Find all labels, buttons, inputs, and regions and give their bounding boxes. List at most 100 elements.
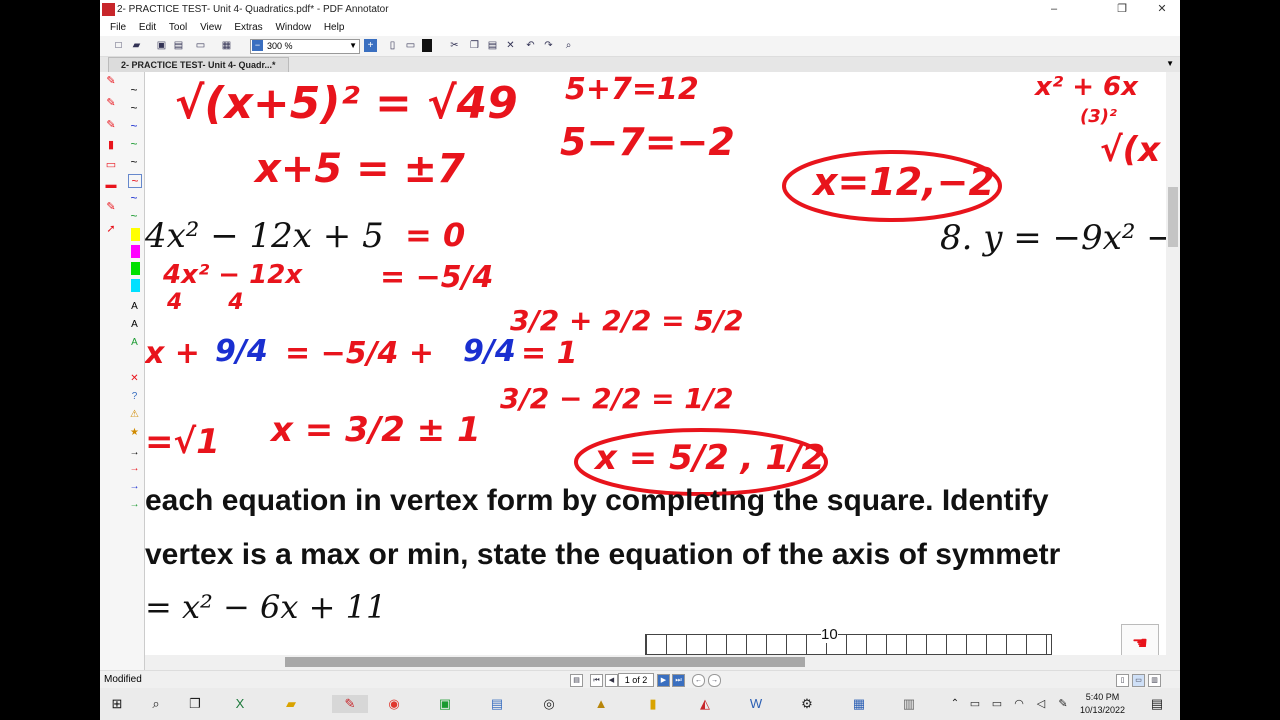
sketch-app-icon[interactable]: ▲	[592, 695, 610, 713]
battery-icon[interactable]: ▭	[988, 695, 1006, 713]
arrow-green-icon[interactable]: →	[128, 498, 141, 511]
volume-icon[interactable]: ◁	[1032, 695, 1050, 713]
minimize-button[interactable]: –	[1036, 0, 1072, 19]
menu-edit[interactable]: Edit	[139, 22, 156, 33]
facing-pages-mode-icon[interactable]: ▥	[1148, 674, 1161, 687]
green-stroke-icon[interactable]: ~	[128, 138, 140, 150]
blue-stroke-icon[interactable]: ~	[128, 120, 140, 132]
yellow-highlighter-icon[interactable]	[131, 228, 140, 241]
redo-icon[interactable]: ↷	[542, 39, 555, 52]
text-highlight-icon[interactable]: A	[128, 336, 141, 349]
menu-view[interactable]: View	[200, 22, 222, 33]
star-icon[interactable]: ★	[128, 426, 141, 439]
menu-extras[interactable]: Extras	[234, 22, 262, 33]
open-folder-icon[interactable]: ▰	[130, 39, 143, 52]
horizontal-scrollbar[interactable]	[145, 655, 1166, 669]
system-clock[interactable]: 5:40 PM 10/13/2022	[1080, 691, 1125, 717]
marker-icon[interactable]: ▮	[103, 138, 119, 152]
word-icon[interactable]: W	[747, 695, 765, 713]
acrobat-icon[interactable]: ◭	[696, 695, 714, 713]
print-icon[interactable]: ▭	[194, 39, 207, 52]
blue-stroke-icon[interactable]: ~	[128, 192, 140, 204]
menu-window[interactable]: Window	[275, 22, 311, 33]
sticky-notes-icon[interactable]: ▮	[644, 695, 662, 713]
task-view-icon[interactable]: ❐	[186, 695, 204, 713]
arrow-blue-icon[interactable]: →	[128, 480, 141, 493]
pdf-annotator-taskbar-icon[interactable]: ✎	[332, 695, 368, 713]
camtasia-icon[interactable]: ▣	[436, 695, 454, 713]
fullscreen-icon[interactable]	[422, 39, 432, 52]
tab-list-icon[interactable]: ▼	[1166, 59, 1174, 68]
red-pen-icon[interactable]: ✎	[103, 74, 119, 88]
paste-icon[interactable]: ▤	[486, 39, 499, 52]
chevron-down-icon[interactable]: ▼	[349, 41, 357, 50]
zoom-in-icon[interactable]: +	[364, 39, 377, 52]
file-explorer-icon[interactable]: ▰	[282, 695, 300, 713]
menu-tool[interactable]: Tool	[169, 22, 187, 33]
show-hidden-icons-icon[interactable]: ⌃	[946, 695, 964, 713]
pen-icon[interactable]: ✎	[103, 96, 119, 110]
arrow-black-icon[interactable]: →	[128, 446, 141, 459]
pen-tray-icon[interactable]: ✎	[1054, 695, 1072, 713]
search-icon[interactable]: ⌕	[147, 695, 165, 713]
green-stroke-icon[interactable]: ~	[128, 210, 140, 222]
horizontal-scroll-thumb[interactable]	[285, 657, 805, 667]
black-stroke-icon[interactable]: ~	[128, 102, 140, 114]
question-mark-icon[interactable]: ?	[128, 390, 141, 403]
vertical-scroll-thumb[interactable]	[1168, 187, 1178, 247]
page-thumbs-icon[interactable]: ▤	[570, 674, 583, 687]
first-page-icon[interactable]: ⏮	[590, 674, 603, 687]
cross-mark-icon[interactable]: ✕	[128, 372, 141, 385]
arrow-red-icon[interactable]: →	[128, 462, 141, 475]
stamp-icon[interactable]: ▭	[103, 158, 119, 172]
delete-icon[interactable]: ✕	[504, 39, 517, 52]
black-stroke-icon[interactable]: ~	[128, 156, 140, 168]
copy-icon[interactable]: ❐	[468, 39, 481, 52]
red-stroke-icon[interactable]: ~	[128, 174, 142, 188]
start-icon[interactable]: ⊞	[108, 695, 126, 713]
notifications-icon[interactable]: ▤	[1148, 695, 1166, 713]
touchpad-icon[interactable]: ▭	[966, 695, 984, 713]
camera-icon[interactable]: ◎	[540, 695, 558, 713]
excel-icon[interactable]: X	[231, 695, 249, 713]
onscreen-keyboard-icon[interactable]: ▦	[850, 695, 868, 713]
warning-icon[interactable]: ⚠	[128, 408, 141, 421]
save-icon[interactable]: ▣	[155, 39, 168, 52]
cyan-highlighter-icon[interactable]	[131, 279, 140, 292]
pen-icon[interactable]: ✎	[103, 118, 119, 132]
menu-file[interactable]: File	[110, 22, 126, 33]
find-icon[interactable]: ⌕	[562, 39, 575, 52]
text-tool-icon[interactable]: A	[128, 300, 141, 313]
black-stroke-icon[interactable]: ~	[128, 84, 140, 96]
page-number-field[interactable]: 1 of 2	[618, 673, 654, 687]
eraser-icon[interactable]: ▬	[103, 178, 119, 192]
zoom-out-icon[interactable]: −	[252, 40, 263, 51]
pointer-pen-icon[interactable]: ➚	[103, 222, 119, 236]
zoom-field[interactable]: − 300 % ▼	[250, 39, 360, 54]
app-icon[interactable]: ▥	[900, 695, 918, 713]
back-icon[interactable]: ←	[692, 674, 705, 687]
hand-tool-icon[interactable]: ☚	[1121, 624, 1159, 655]
vertical-scrollbar[interactable]	[1166, 72, 1180, 655]
app-window-icon[interactable]: ▤	[488, 695, 506, 713]
page-layout-icon[interactable]: ▦	[220, 39, 233, 52]
document-tab[interactable]: 2- PRACTICE TEST- Unit 4- Quadr...*	[108, 57, 289, 73]
cut-icon[interactable]: ✂	[448, 39, 461, 52]
pen-icon[interactable]: ✎	[103, 200, 119, 214]
new-document-icon[interactable]: □	[112, 39, 125, 52]
wifi-icon[interactable]: ◠	[1010, 695, 1028, 713]
text-box-icon[interactable]: A	[128, 318, 141, 331]
single-page-mode-icon[interactable]: ▯	[1116, 674, 1129, 687]
chrome-icon[interactable]: ◉	[385, 695, 403, 713]
save-as-icon[interactable]: ▤	[172, 39, 185, 52]
forward-icon[interactable]: →	[708, 674, 721, 687]
previous-page-icon[interactable]: ◀	[605, 674, 618, 687]
close-button[interactable]: ✕	[1144, 0, 1180, 19]
last-page-icon[interactable]: ⏭	[672, 674, 685, 687]
document-page[interactable]: √(x+5)² = √49 x+5 = ±7 5+7=12 5−7=−2 x=1…	[145, 72, 1166, 655]
magenta-highlighter-icon[interactable]	[131, 245, 140, 258]
settings-gear-icon[interactable]: ⚙	[798, 695, 816, 713]
continuous-mode-icon[interactable]: ▭	[1132, 674, 1145, 687]
menu-help[interactable]: Help	[324, 22, 345, 33]
page-width-view-icon[interactable]: ▭	[404, 39, 417, 52]
